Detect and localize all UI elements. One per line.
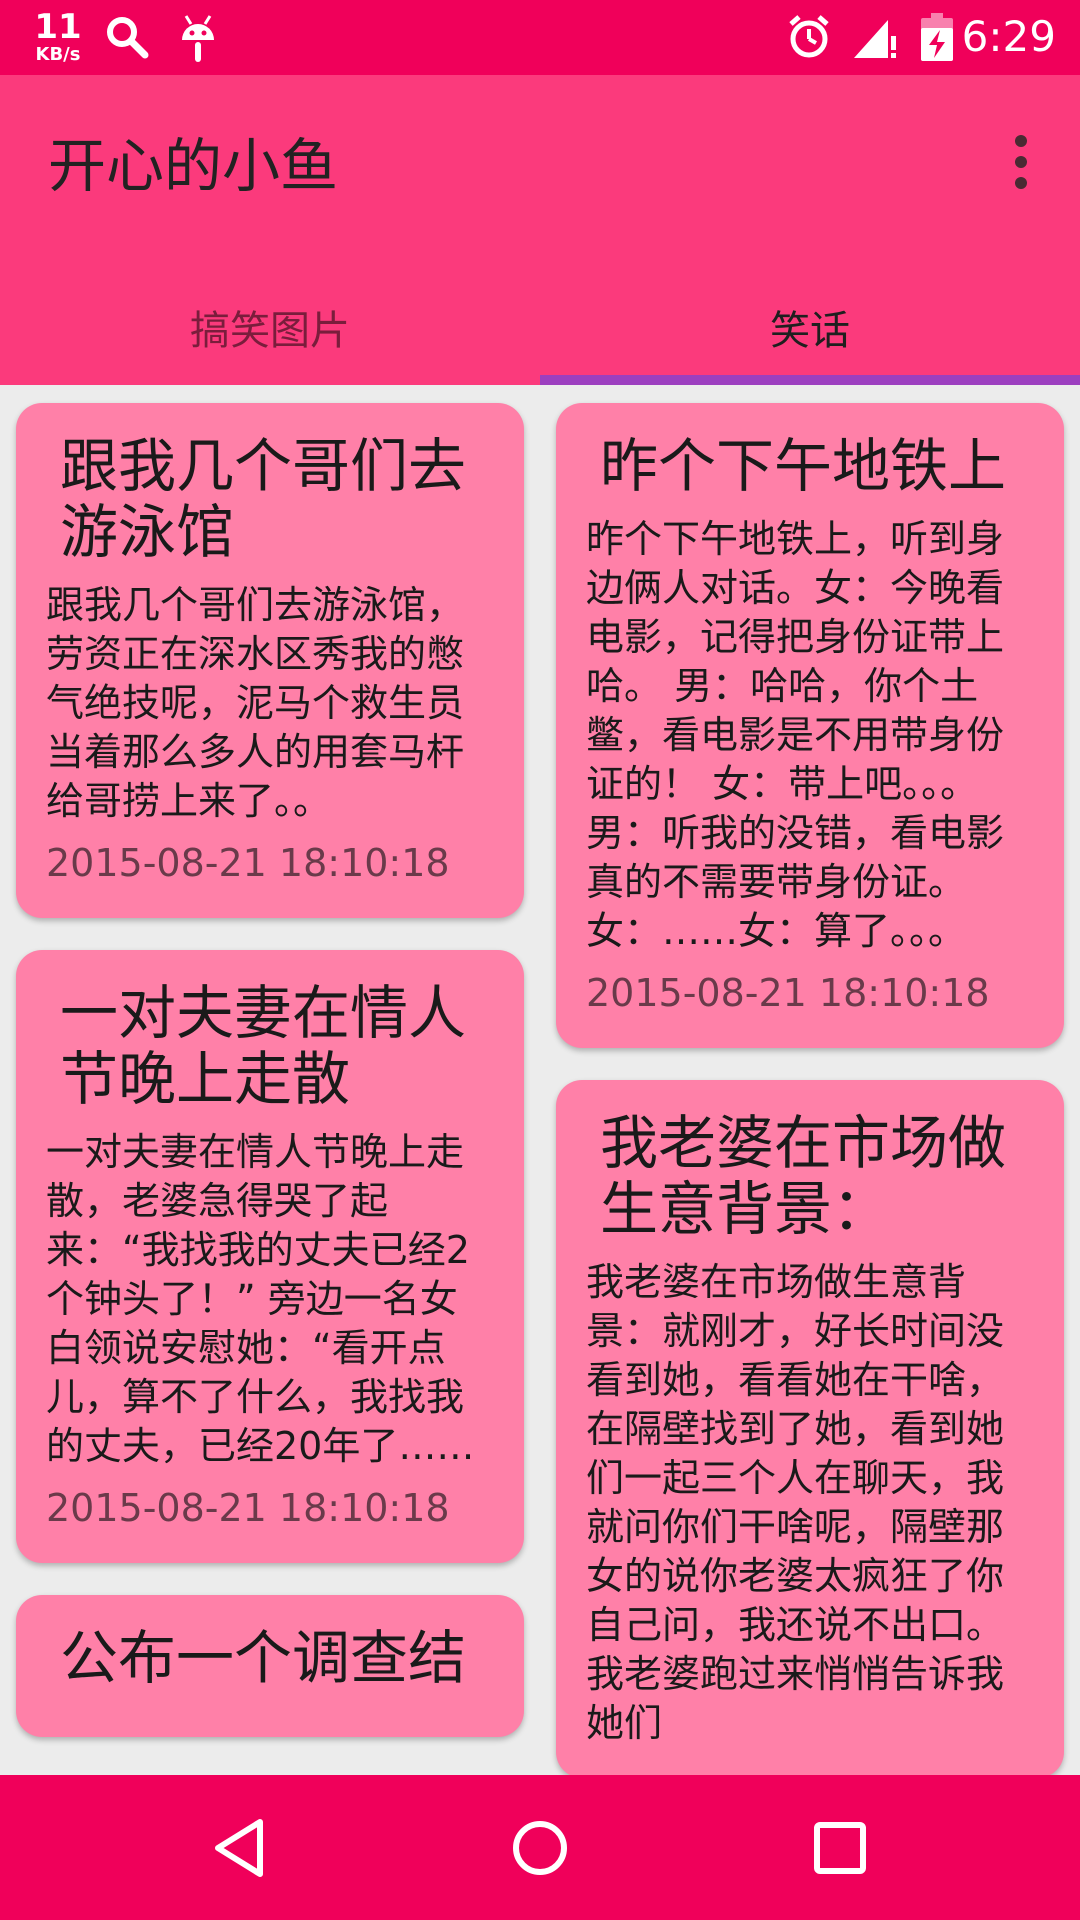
joke-card[interactable]: 我老婆在市场做生意背景： 我老婆在市场做生意背景：就刚才，好长时间没看到她，看看… [556,1080,1064,1775]
app-title: 开心的小鱼 [48,132,339,200]
network-speed-unit: KB/s [35,44,81,65]
battery-charging-icon [920,12,954,66]
feed-column-left: 跟我几个哥们去游泳馆 跟我几个哥们去游泳馆，劳资正在深水区秀我的憋气绝技呢，泥马… [16,403,524,1769]
app-bar: 开心的小鱼 搞笑图片 笑话 [0,75,1080,385]
alarm-icon [786,14,832,64]
tab-funny-pictures[interactable]: 搞笑图片 [0,275,540,379]
network-speed-value: 11 [34,7,82,47]
clock: 6:29 [961,12,1056,61]
back-icon[interactable] [180,1775,300,1920]
joke-feed[interactable]: 跟我几个哥们去游泳馆 跟我几个哥们去游泳馆，劳资正在深水区秀我的憋气绝技呢，泥马… [0,385,1080,1775]
joke-card[interactable]: 跟我几个哥们去游泳馆 跟我几个哥们去游泳馆，劳资正在深水区秀我的憋气绝技呢，泥马… [16,403,524,918]
navigation-bar [0,1775,1080,1920]
joke-title: 跟我几个哥们去游泳馆 [60,432,467,566]
joke-title: 一对夫妻在情人节晚上走散 [60,979,467,1113]
recents-icon[interactable] [780,1775,900,1920]
android-debug-icon [178,14,218,68]
status-bar: 11 KB/s 6:29 [0,0,1080,75]
joke-card[interactable]: 一对夫妻在情人节晚上走散 一对夫妻在情人节晚上走散，老婆急得哭了起来：“我找我的… [16,950,524,1563]
joke-date: 2015-08-21 18:10:18 [586,971,990,1015]
search-icon [104,14,150,64]
signal-icon [852,16,898,64]
joke-body: 跟我几个哥们去游泳馆，劳资正在深水区秀我的憋气绝技呢，泥马个救生员当着那么多人的… [46,583,465,823]
joke-card[interactable]: 公布一个调查结 [16,1595,524,1737]
tab-bar: 搞笑图片 笑话 [0,275,1080,385]
more-vert-icon[interactable] [1006,135,1036,195]
joke-date: 2015-08-21 18:10:18 [46,1486,450,1530]
joke-body: 我老婆在市场做生意背景：就刚才，好长时间没看到她，看看她在干啥，在隔壁找到了她，… [586,1260,1005,1745]
network-speed: 11 KB/s [28,10,88,64]
tab-indicator [540,375,1080,385]
joke-date: 2015-08-21 18:10:18 [46,841,450,885]
joke-title: 公布一个调查结 [60,1624,467,1692]
joke-body: 昨个下午地铁上，听到身边俩人对话。女：今晚看电影，记得把身份证带上哈。 男：哈哈… [586,517,1005,953]
joke-title: 我老婆在市场做生意背景： [600,1109,1007,1243]
tab-jokes[interactable]: 笑话 [540,275,1080,379]
feed-column-right: 昨个下午地铁上 昨个下午地铁上，听到身边俩人对话。女：今晚看电影，记得把身份证带… [556,403,1064,1775]
home-icon[interactable] [480,1775,600,1920]
joke-body: 一对夫妻在情人节晚上走散，老婆急得哭了起来：“我找我的丈夫已经2个钟头了！” 旁… [46,1130,475,1468]
joke-card[interactable]: 昨个下午地铁上 昨个下午地铁上，听到身边俩人对话。女：今晚看电影，记得把身份证带… [556,403,1064,1048]
joke-title: 昨个下午地铁上 [600,432,1007,500]
